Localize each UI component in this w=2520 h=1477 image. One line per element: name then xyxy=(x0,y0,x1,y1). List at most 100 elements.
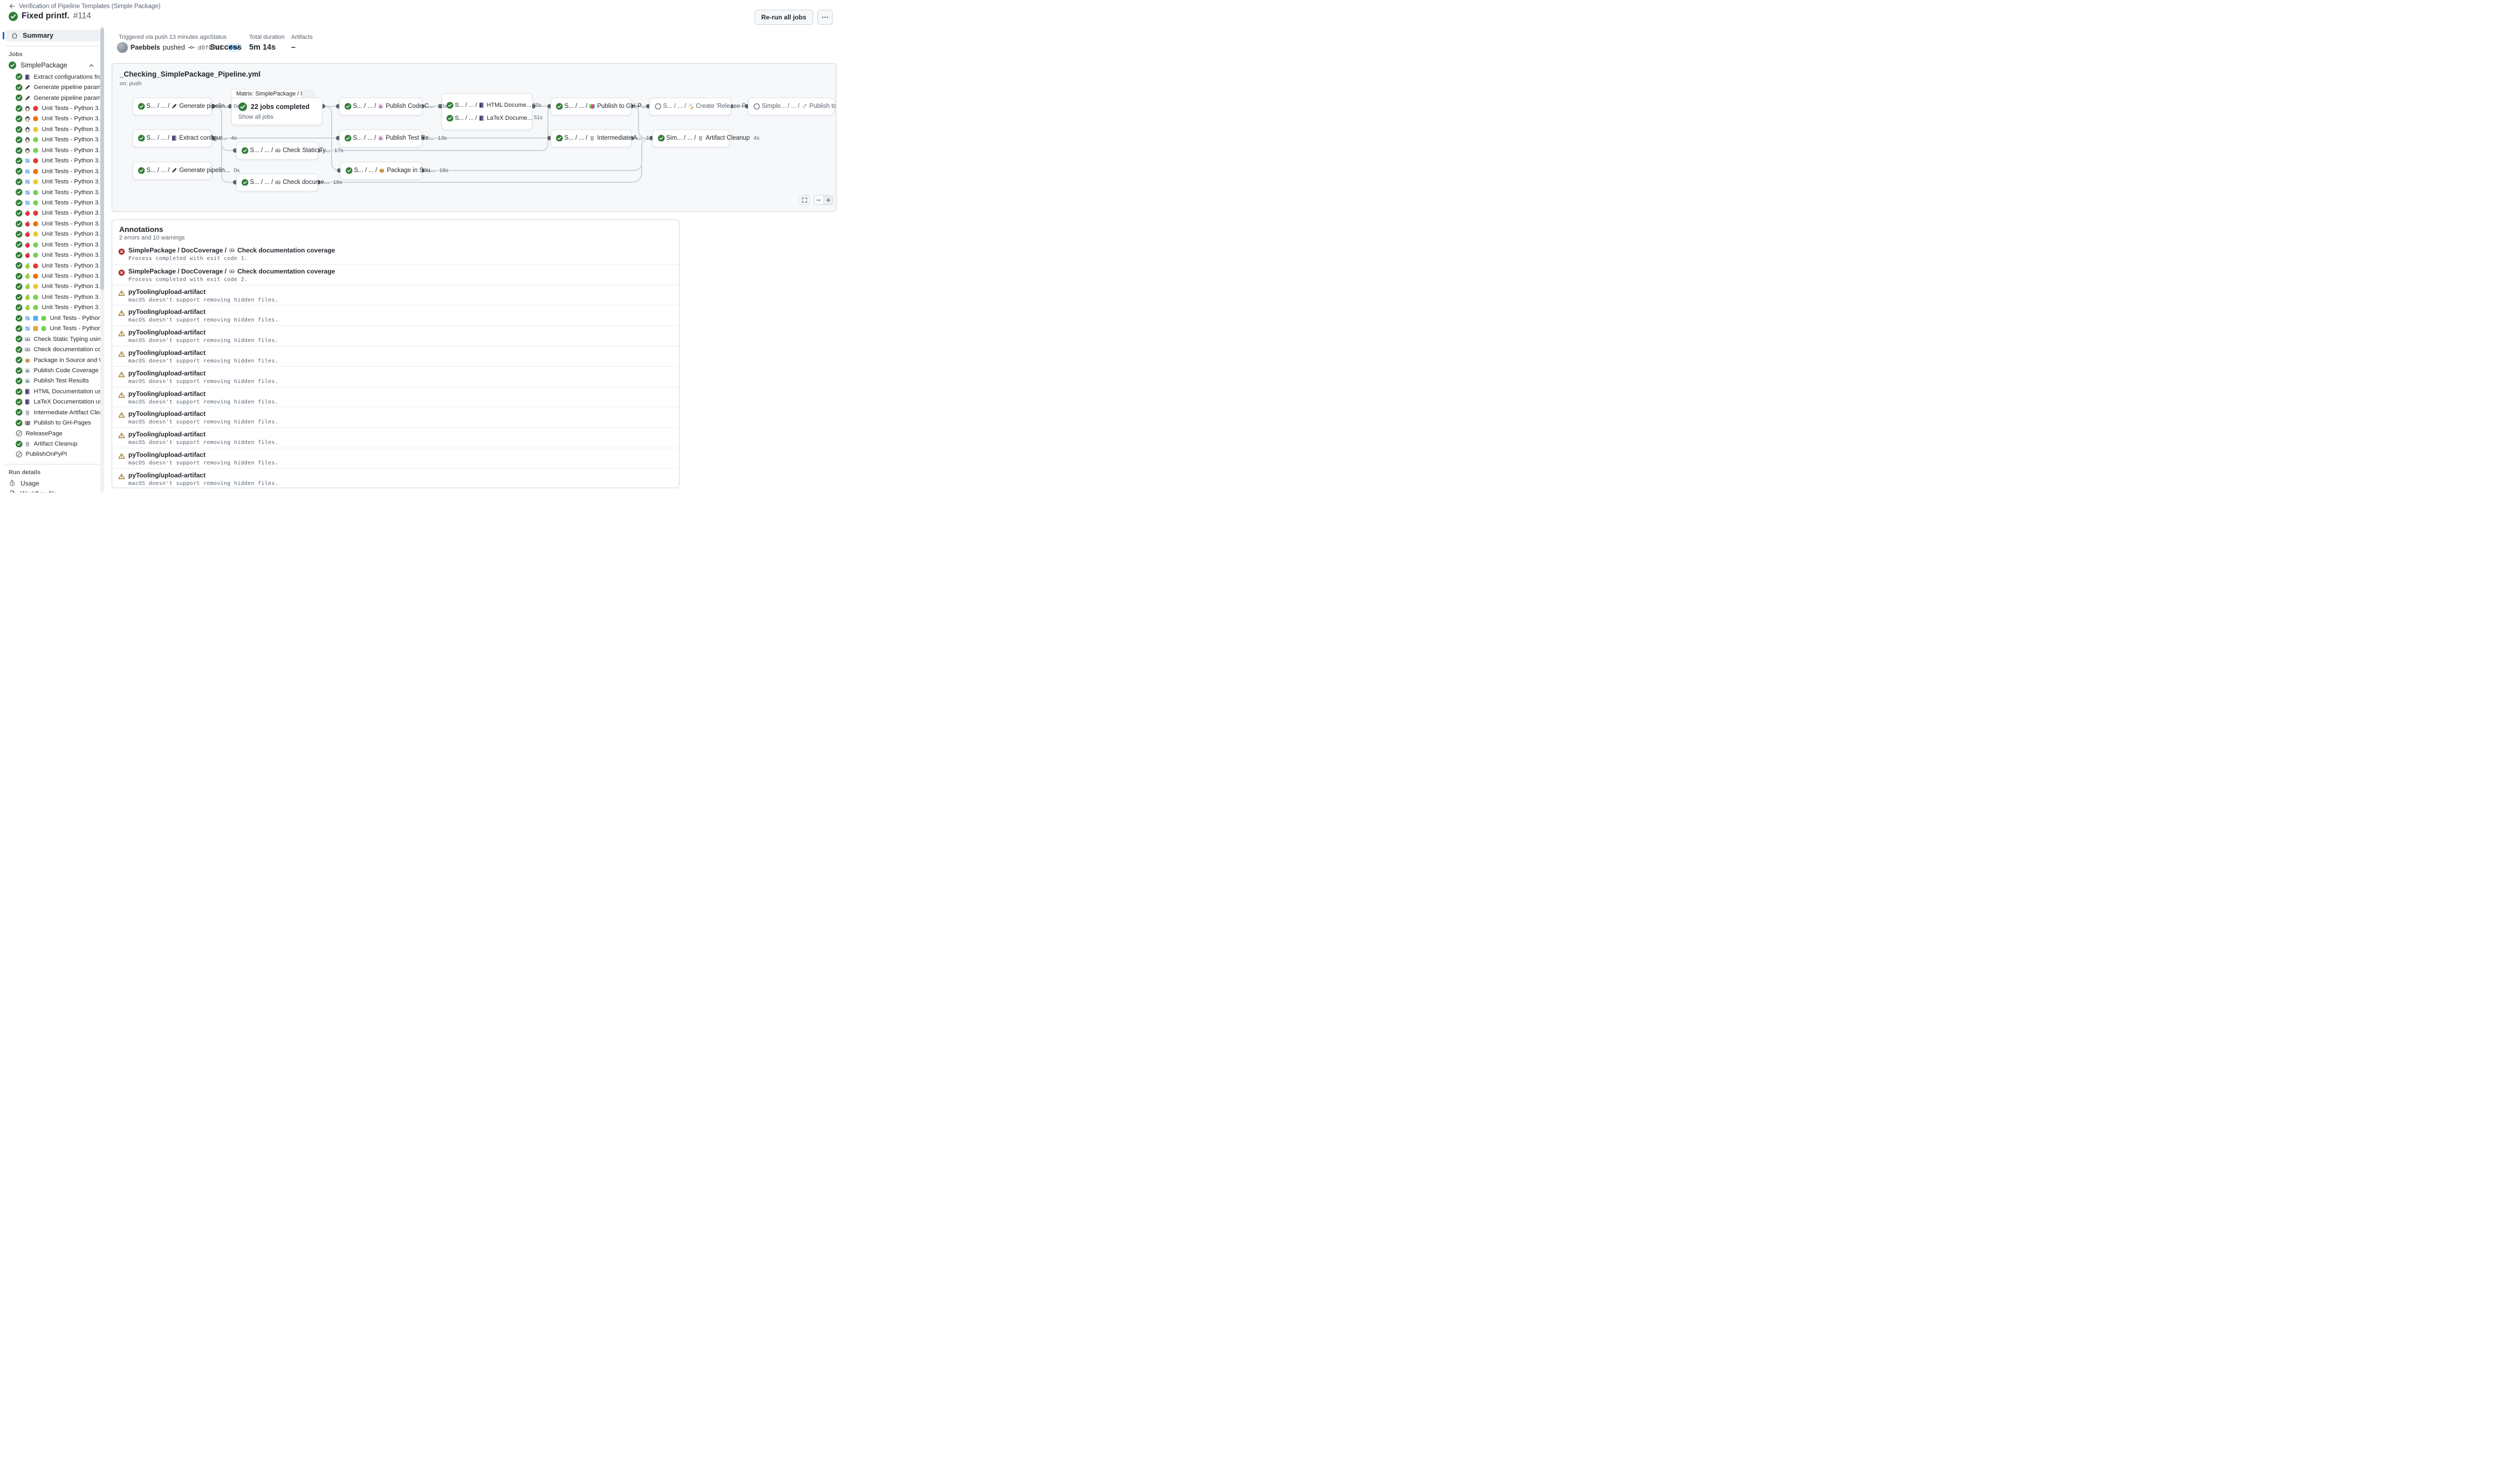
graph-node-intermediate[interactable]: S... / ... /Intermediate A...16s xyxy=(551,129,631,147)
sidebar-item-summary[interactable]: Summary xyxy=(5,30,100,42)
graph-node-pubpypi[interactable]: Simple... / ... /Publish to PyPI xyxy=(748,98,834,115)
annotation-job-link[interactable]: pyTooling/upload-artifact xyxy=(128,471,205,479)
sidebar-job-item[interactable]: Unit Tests - Python 3.9 xyxy=(0,208,106,218)
sidebar-job-item[interactable]: Check documentation covera... xyxy=(0,344,106,354)
sidebar-job-item[interactable]: Unit Tests - Python 3.13 xyxy=(0,145,106,155)
sidebar-job-item[interactable]: Unit Tests - Python 3.11 xyxy=(0,282,106,292)
sidebar-scrollbar-thumb[interactable] xyxy=(100,28,104,290)
show-all-jobs-link[interactable]: Show all jobs xyxy=(238,114,315,120)
graph-node-checkdoc[interactable]: S... / ... /Check docume...18s xyxy=(236,174,318,192)
penguin-icon xyxy=(24,136,31,143)
annotation-message: Process completed with exit code 2. xyxy=(128,277,672,283)
chevron-up-icon[interactable] xyxy=(88,62,95,69)
sidebar-job-item[interactable]: Unit Tests - Python 3.10 xyxy=(0,166,106,176)
annotations-panel: Annotations 2 errors and 10 warnings Sim… xyxy=(112,220,679,488)
annotation-job-link[interactable]: pyTooling/upload-artifact xyxy=(128,288,205,296)
book-icon xyxy=(24,399,31,405)
graph-node-pubcode[interactable]: S... / ... /Publish Code C...20s xyxy=(339,98,422,115)
annotation-job-link[interactable]: pyTooling/upload-artifact xyxy=(128,308,205,316)
sidebar-job-item[interactable]: Unit Tests - Python 3.9 xyxy=(0,103,106,113)
annotation-job-link[interactable]: pyTooling/upload-artifact xyxy=(128,390,205,398)
sidebar-job-item[interactable]: Unit Tests - Python 3.13 xyxy=(0,197,106,208)
graph-node-gen2[interactable]: S... / ... /Generate pipelin...0s xyxy=(133,162,212,180)
zoom-out-button[interactable] xyxy=(814,196,823,204)
duration-value: 5m 14s xyxy=(249,43,276,52)
avatar[interactable] xyxy=(117,42,128,53)
graph-node-checkstatic[interactable]: S... / ... /Check Static Ty...17s xyxy=(236,142,318,160)
annotation-job-link[interactable]: pyTooling/upload-artifact xyxy=(128,329,205,336)
sidebar-job-item[interactable]: Generate pipeline parameters xyxy=(0,93,106,103)
sidebar-job-item[interactable]: Generate pipeline parameters xyxy=(0,82,106,92)
job-label: Unit Tests - Python 3.9 xyxy=(42,105,103,112)
annotation-job-link[interactable]: pyTooling/upload-artifact xyxy=(128,410,205,418)
sidebar-job-item[interactable]: Unit Tests - Python 3.10 xyxy=(0,114,106,124)
back-arrow-icon[interactable] xyxy=(9,3,16,10)
sidebar-job-item[interactable]: Unit Tests - Python 3.12 xyxy=(0,135,106,145)
sidebar-job-item[interactable]: LaTeX Documentation using ... xyxy=(0,397,106,407)
graph-fullscreen-button[interactable] xyxy=(800,195,809,205)
sidebar-job-item[interactable]: Publish Test Results xyxy=(0,376,106,386)
dot-yellow-icon xyxy=(32,231,39,237)
sidebar-job-item[interactable]: PublishOnPyPI xyxy=(0,449,106,460)
sidebar-item-usage[interactable]: Usage xyxy=(0,478,106,488)
sidebar-job-item[interactable]: Package in Source and Wheel... xyxy=(0,355,106,365)
windows-icon xyxy=(24,325,31,332)
sidebar-job-item[interactable]: ReleasePage xyxy=(0,428,106,439)
actor-name[interactable]: Paebbels xyxy=(131,44,160,51)
breadcrumb-link[interactable]: Verification of Pipeline Templates (Simp… xyxy=(19,3,161,10)
node-name: Publish to PyPI xyxy=(809,103,836,110)
sidebar-job-item[interactable]: Unit Tests - Python 3.9 xyxy=(0,261,106,271)
sidebar-job-item[interactable]: Unit Tests - Python 3.9 xyxy=(0,156,106,166)
matrix-group-label: Matrix: SimplePackage / UnitTest... xyxy=(231,89,303,98)
matrix-group-card[interactable]: 22 jobs completed Show all jobs xyxy=(231,98,322,125)
sidebar-job-item[interactable]: Unit Tests - Python 3.12 xyxy=(0,187,106,197)
sidebar-job-item[interactable]: Extract configurations from p... xyxy=(0,72,106,82)
more-options-button[interactable] xyxy=(818,10,833,25)
sidebar-job-item[interactable]: Unit Tests - Python 3.12 xyxy=(0,313,106,323)
graph-node-gen1[interactable]: S... / ... /Generate pipelin...0s xyxy=(133,98,212,115)
warning-icon xyxy=(118,351,125,358)
sidebar-job-item[interactable]: Unit Tests - Python 3.13 xyxy=(0,303,106,313)
annotation-job-link[interactable]: Check documentation coverage xyxy=(237,247,335,254)
sidebar-job-item[interactable]: Unit Tests - Python 3.11 xyxy=(0,124,106,134)
graph-node-pubgh[interactable]: S... / ... /Publish to GH-P...7s xyxy=(551,98,631,115)
sidebar-job-item[interactable]: Unit Tests - Python 3.12 xyxy=(0,240,106,250)
zoom-in-button[interactable] xyxy=(823,196,833,204)
sidebar-job-item[interactable]: Check Static Typing using Pyt... xyxy=(0,334,106,344)
sidebar-job-item[interactable]: Unit Tests - Python 3.13 xyxy=(0,250,106,260)
rerun-all-jobs-button[interactable]: Re-run all jobs xyxy=(754,10,813,25)
annotation-job-link[interactable]: pyTooling/upload-artifact xyxy=(128,370,205,377)
sidebar-job-item[interactable]: Unit Tests - Python 3.12 xyxy=(0,292,106,302)
sidebar-job-item[interactable]: Unit Tests - Python 3.10 xyxy=(0,271,106,281)
graph-node-latex[interactable]: S... / ... /LaTeX Docume...51s xyxy=(447,115,527,122)
annotation-job-link[interactable]: Check documentation coverage xyxy=(237,268,335,275)
sidebar-job-item[interactable]: Publish Code Coverage Results xyxy=(0,365,106,375)
annotation-job-link[interactable]: pyTooling/upload-artifact xyxy=(128,349,205,357)
check-circle-icon xyxy=(16,210,23,217)
sidebar-job-item[interactable]: Unit Tests - Python 3.11 xyxy=(0,176,106,187)
annotation-job-link[interactable]: pyTooling/upload-artifact xyxy=(128,430,205,438)
dot-orange-icon xyxy=(32,115,39,122)
annotation-job-link[interactable]: pyTooling/upload-artifact xyxy=(128,451,205,459)
pen-icon xyxy=(24,84,31,91)
node-duration: 18s xyxy=(331,179,342,186)
node-name: Generate pipelin... xyxy=(179,167,230,174)
graph-node-createrel[interactable]: S... / ... /Create 'Release Pa... xyxy=(649,98,731,115)
annotations-summary: 2 errors and 10 warnings xyxy=(119,235,672,241)
sidebar-item-workflow-file[interactable]: Workflow file xyxy=(0,488,106,493)
graph-node-package[interactable]: S... / ... /Package in Sou...18s xyxy=(340,162,422,180)
sidebar-group-simplepackage[interactable]: SimplePackage xyxy=(0,60,106,71)
graph-node-artifactclean[interactable]: Sim... / ... /Artifact Cleanup4s xyxy=(653,129,730,147)
sidebar-job-item[interactable]: Unit Tests - Python 3.12 xyxy=(0,324,106,334)
graph-node-extract[interactable]: S... / ... /Extract configur...4s xyxy=(133,129,212,147)
node-duration: 51s xyxy=(534,115,543,121)
sidebar-job-item[interactable]: Intermediate Artifact Cleanup xyxy=(0,407,106,418)
sidebar-job-item[interactable]: Unit Tests - Python 3.10 xyxy=(0,218,106,229)
graph-node-html[interactable]: S... / ... /HTML Docume...55s xyxy=(447,102,527,109)
sidebar-job-item[interactable]: Publish to GH-Pages xyxy=(0,418,106,428)
sidebar-job-item[interactable]: HTML Documentation using ... xyxy=(0,386,106,396)
sidebar-job-item[interactable]: Unit Tests - Python 3.11 xyxy=(0,229,106,240)
dot-orange-icon xyxy=(32,273,39,279)
graph-node-pubtest[interactable]: S... / ... /Publish Test Re...13s xyxy=(339,129,422,147)
sidebar-job-item[interactable]: Artifact Cleanup xyxy=(0,439,106,449)
